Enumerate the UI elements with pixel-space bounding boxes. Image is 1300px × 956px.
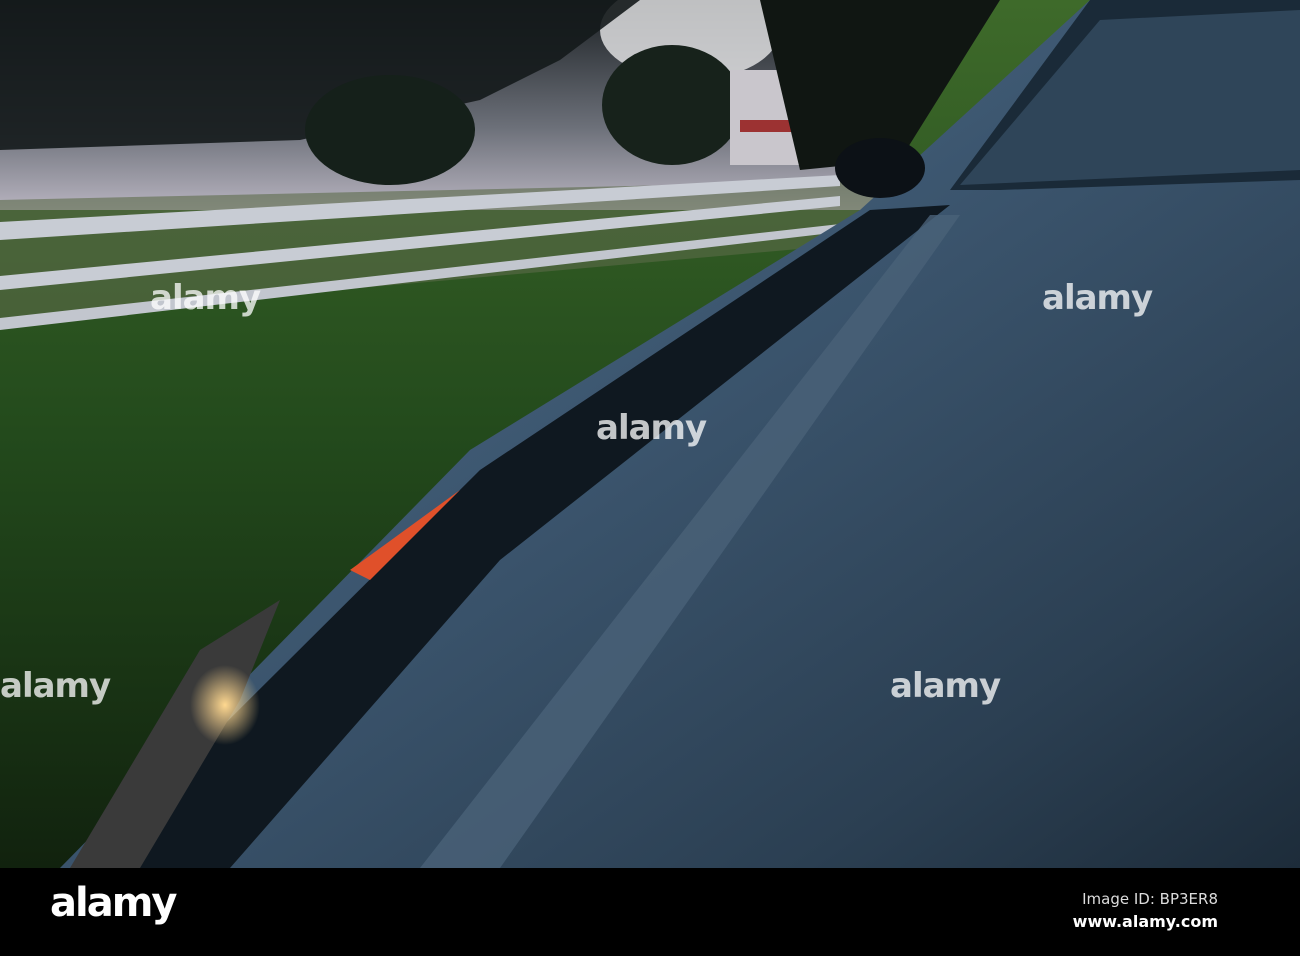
watermark: alamy (1042, 278, 1153, 318)
watermark: alamy (150, 278, 261, 318)
alamy-logo: alamy (50, 880, 177, 926)
watermark: alamy (890, 666, 1001, 706)
image-id: Image ID: BP3ER8 (1082, 890, 1218, 908)
watermark: alamy (0, 666, 111, 706)
stock-photo-page: alamy alamy alamy alamy alamy alamy Imag… (0, 0, 1300, 956)
site-url: www.alamy.com (1072, 912, 1218, 931)
watermark: alamy (596, 408, 707, 448)
